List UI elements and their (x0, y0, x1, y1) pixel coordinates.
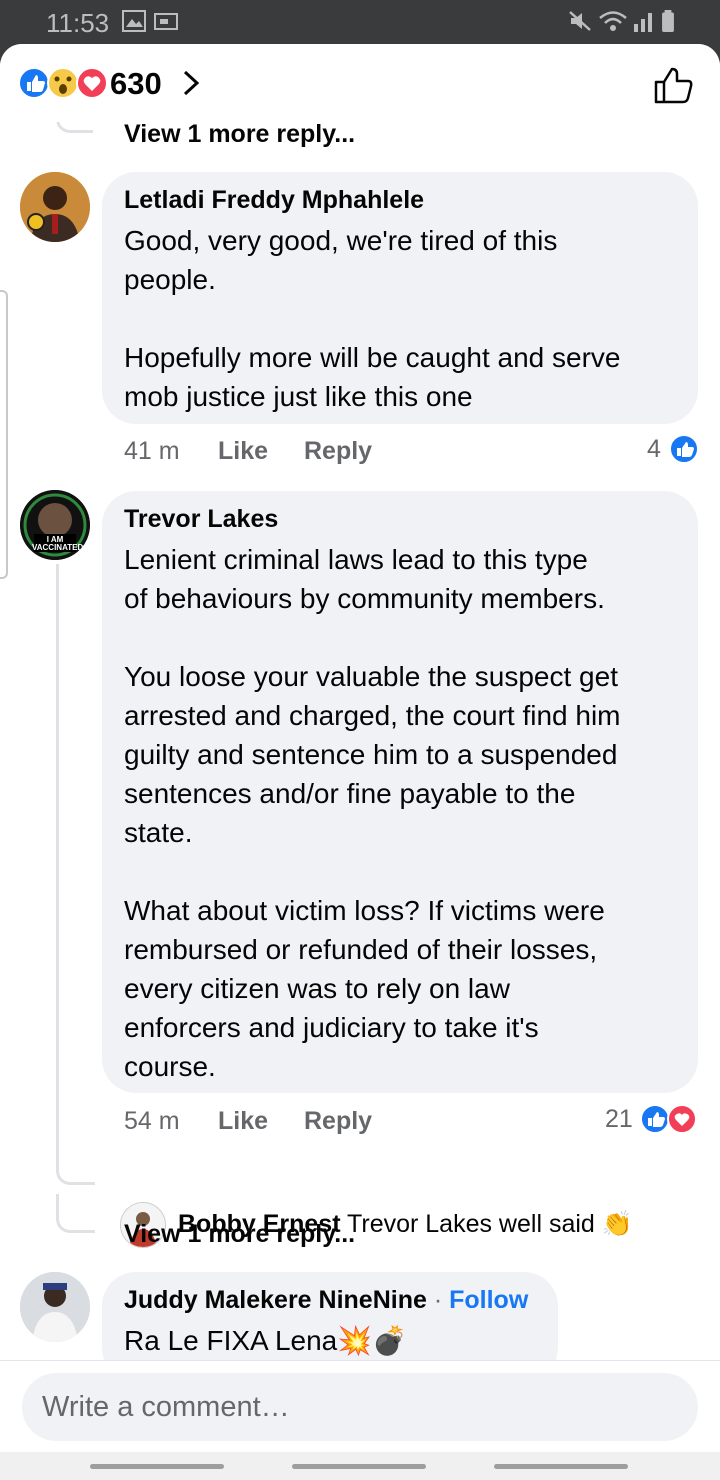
like-action[interactable]: Like (218, 437, 268, 466)
view-more-replies[interactable]: View 1 more reply... (124, 1220, 355, 1249)
comment-author-line: Juddy Malekere NineNine · Follow (124, 1286, 528, 1315)
left-edge-handle (0, 290, 8, 579)
comment-author[interactable]: Letladi Freddy Mphahlele (124, 186, 424, 215)
comment-time: 54 m (124, 1107, 180, 1135)
signal-icon (634, 13, 652, 32)
like-love-icons (640, 1104, 697, 1134)
reply-action[interactable]: Reply (304, 437, 372, 466)
love-icon (76, 67, 108, 99)
avatar-badge: I AM VACCINATED (32, 535, 84, 552)
status-time: 11:53 (46, 8, 110, 38)
nav-back-button[interactable] (494, 1464, 628, 1469)
avatar[interactable]: I AM VACCINATED (20, 490, 90, 560)
like-icon (640, 1104, 670, 1134)
love-icon (667, 1104, 697, 1134)
like-action[interactable]: Like (218, 1107, 268, 1136)
nav-home-button[interactable] (292, 1464, 426, 1469)
comment-input-placeholder: Write a comment… (42, 1391, 290, 1423)
thread-branch (56, 1194, 95, 1233)
comment-text: Lenient criminal laws lead to this type … (124, 544, 621, 1082)
comment-author[interactable]: Juddy Malekere NineNine (124, 1286, 427, 1314)
chevron-right-icon[interactable] (180, 66, 202, 100)
wifi-icon (599, 11, 627, 31)
avatar[interactable] (20, 172, 90, 242)
like-icon (669, 434, 699, 464)
reply-body: Trevor Lakes well said 👏 (347, 1210, 633, 1238)
like-icon (18, 67, 50, 99)
battery-icon (662, 10, 674, 32)
comment-bubble[interactable]: Letladi Freddy Mphahlele Good, very good… (102, 172, 698, 424)
thread-line (56, 564, 59, 1154)
reaction-icons (18, 67, 108, 99)
gallery-icon (122, 10, 146, 32)
mute-icon (569, 11, 591, 31)
comments-sheet: 630 View 1 more reply... Letladi Freddy … (0, 44, 720, 1480)
avatar[interactable] (20, 1272, 90, 1342)
avatar-image (20, 1272, 90, 1342)
reactions-header[interactable]: 630 (0, 44, 720, 122)
nav-recent-button[interactable] (90, 1464, 224, 1469)
cast-icon (154, 13, 178, 30)
thread-branch (56, 1150, 95, 1185)
system-nav-bar (0, 1452, 720, 1480)
reply-action[interactable]: Reply (304, 1107, 372, 1136)
comment-reaction-count[interactable]: 21 (605, 1105, 633, 1134)
comment-author[interactable]: Trevor Lakes (124, 505, 278, 534)
comment-bubble[interactable]: Trevor Lakes Lenient criminal laws lead … (102, 491, 698, 1093)
status-bar: 11:53 (0, 0, 720, 44)
wow-icon (47, 67, 79, 99)
view-more-replies-top[interactable]: View 1 more reply... (124, 120, 355, 149)
comment-text: Good, very good, we're tired of this peo… (124, 225, 621, 412)
avatar-image (20, 172, 90, 242)
separator-dot: · (433, 1286, 443, 1314)
reaction-count[interactable]: 630 (110, 66, 162, 102)
comment-input[interactable]: Write a comment… (22, 1373, 698, 1441)
comment-reaction-count[interactable]: 4 (647, 435, 661, 464)
follow-link[interactable]: Follow (449, 1286, 528, 1314)
like-outline-icon[interactable] (652, 64, 694, 106)
comment-text: Ra Le FIXA Lena💥💣 (124, 1325, 407, 1356)
comment-time: 41 m (124, 437, 180, 465)
